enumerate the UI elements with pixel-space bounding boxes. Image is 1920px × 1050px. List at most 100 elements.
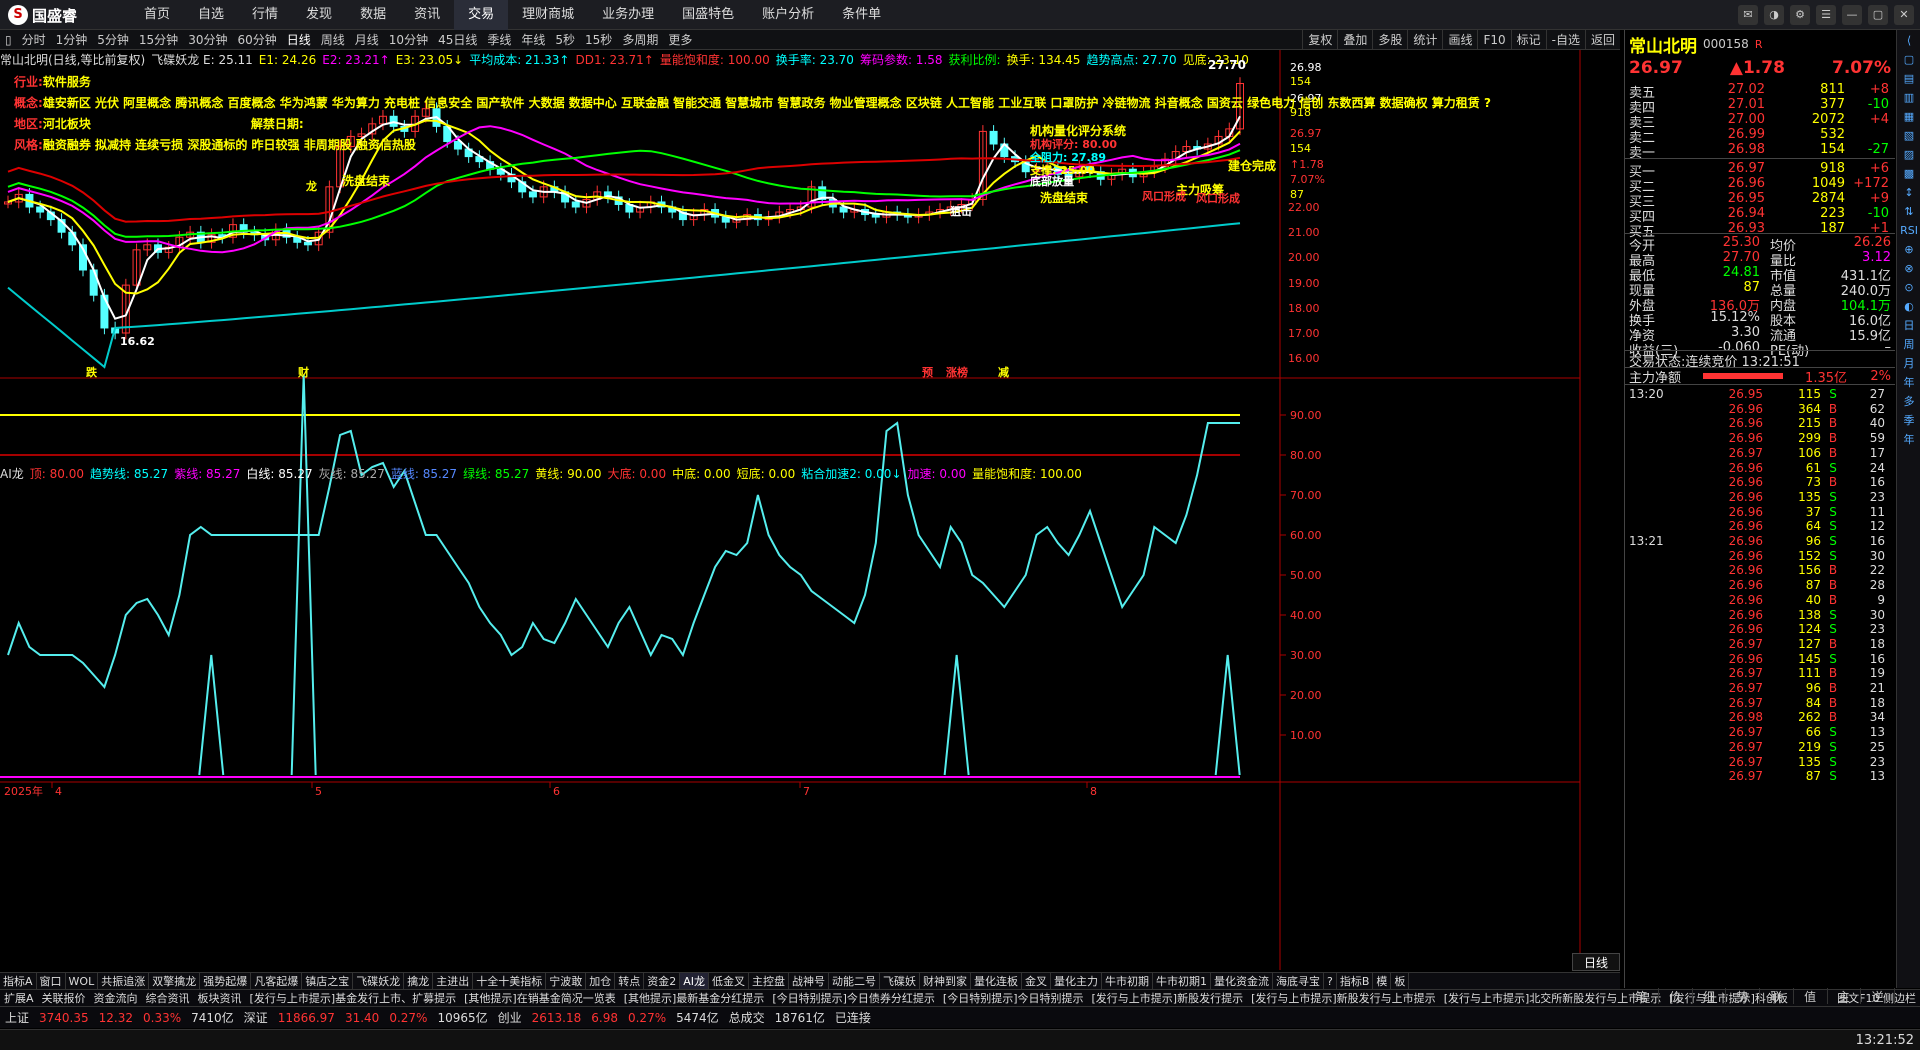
minimize-icon[interactable]: — xyxy=(1842,5,1862,25)
nav-item[interactable]: 账户分析 xyxy=(748,0,828,30)
period-tab[interactable]: 月线 xyxy=(350,31,384,48)
indicator-tab[interactable]: 牛市初期1 xyxy=(1153,973,1211,989)
news-item[interactable]: 资金流向 xyxy=(90,990,142,1006)
quote-tab[interactable]: 值 xyxy=(1794,988,1828,1004)
settings-icon[interactable]: ⚙ xyxy=(1790,5,1810,25)
period-tab[interactable]: 45日线 xyxy=(433,31,482,48)
period-tab[interactable]: 30分钟 xyxy=(183,31,232,48)
side-tool-icon[interactable]: ▨ xyxy=(1899,146,1919,163)
chart-tool-button[interactable]: -自选 xyxy=(1545,30,1585,50)
side-tool-icon[interactable]: 年 xyxy=(1899,431,1919,448)
indicator-tab[interactable]: 十全十美指标 xyxy=(473,973,547,989)
ask-row[interactable]: 卖四 27.01 377 -10 xyxy=(1625,97,1895,116)
news-item[interactable]: [其他提示]在销基金简况一览表 xyxy=(460,990,620,1006)
side-tool-icon[interactable]: ⇅ xyxy=(1899,203,1919,220)
menu-icon[interactable]: ☰ xyxy=(1816,5,1836,25)
news-item[interactable]: 板块资讯 xyxy=(194,990,246,1006)
side-tool-icon[interactable]: ▤ xyxy=(1899,70,1919,87)
indicator-tab[interactable]: 低金叉 xyxy=(709,973,749,989)
indicator-tab[interactable]: AI龙 xyxy=(680,973,709,989)
indicator-tab[interactable]: 镇店之宝 xyxy=(302,973,354,989)
indicator-tab[interactable]: 量化主力 xyxy=(1051,973,1102,989)
indicator-tab[interactable]: 指标A xyxy=(0,973,37,989)
quote-tab[interactable]: 价 xyxy=(1659,988,1693,1004)
nav-item[interactable]: 行情 xyxy=(238,0,292,30)
chart-tool-button[interactable]: 叠加 xyxy=(1337,30,1372,50)
chart-tool-button[interactable]: F10 xyxy=(1477,30,1510,50)
nav-item[interactable]: 发现 xyxy=(292,0,346,30)
bid-row[interactable]: 买一 26.97 918 +6 xyxy=(1625,161,1895,180)
indicator-tab[interactable]: 主控盘 xyxy=(749,973,789,989)
indicator-tab[interactable]: 窗口 xyxy=(37,973,66,989)
indicator-tab[interactable]: 模 xyxy=(1373,973,1392,989)
period-tab[interactable]: 周线 xyxy=(316,31,350,48)
indicator-tab[interactable]: WOL xyxy=(66,973,99,989)
period-tab[interactable]: 15分钟 xyxy=(134,31,183,48)
chart-tool-button[interactable]: 返回 xyxy=(1584,30,1620,50)
kline-chart[interactable]: 22.0021.0020.0019.0018.0017.0016.0026.98… xyxy=(0,50,1620,970)
period-tab[interactable]: 多周期 xyxy=(617,31,663,48)
side-tool-icon[interactable]: 年 xyxy=(1899,374,1919,391)
side-tool-icon[interactable]: 日 xyxy=(1899,317,1919,334)
indicator-tab[interactable]: 动能二号 xyxy=(829,973,880,989)
bid-row[interactable]: 买二 26.96 1049 +172 xyxy=(1625,176,1895,195)
period-tab[interactable]: 1分钟 xyxy=(51,31,93,48)
side-tool-icon[interactable]: ↕ xyxy=(1899,184,1919,201)
message-icon[interactable]: ✉ xyxy=(1738,5,1758,25)
period-tab[interactable]: 5分钟 xyxy=(92,31,134,48)
indicator-tab[interactable]: 量化资金流 xyxy=(1211,973,1273,989)
side-tool-icon[interactable]: ▥ xyxy=(1899,89,1919,106)
nav-item[interactable]: 业务办理 xyxy=(588,0,668,30)
close-icon[interactable]: ✕ xyxy=(1894,5,1914,25)
quote-tab[interactable]: 势 xyxy=(1726,988,1760,1004)
nav-item[interactable]: 国盛特色 xyxy=(668,0,748,30)
ask-row[interactable]: 卖五 27.02 811 +8 xyxy=(1625,82,1895,101)
ask-row[interactable]: 卖二 26.99 532 xyxy=(1625,127,1895,146)
period-tab[interactable]: 年线 xyxy=(516,31,550,48)
side-tool-icon[interactable]: ◐ xyxy=(1899,298,1919,315)
period-tab[interactable]: 5秒 xyxy=(550,31,580,48)
indicator-tab[interactable]: 双擎擒龙 xyxy=(149,973,201,989)
indicator-tab[interactable]: ? xyxy=(1324,973,1337,989)
indicator-tab[interactable]: 强势起爆 xyxy=(200,973,252,989)
maximize-icon[interactable]: ▢ xyxy=(1868,5,1888,25)
indicator-tab[interactable]: 牛市初期 xyxy=(1102,973,1153,989)
nav-item[interactable]: 条件单 xyxy=(828,0,895,30)
news-item[interactable]: [发行与上市提示]新股发行与上市提示 xyxy=(1247,990,1440,1006)
indicator-tab[interactable]: 宁波敢 xyxy=(546,973,587,989)
quote-tab[interactable]: 逆 xyxy=(1861,988,1895,1004)
period-tab[interactable]: 60分钟 xyxy=(232,31,281,48)
period-tab[interactable]: 季线 xyxy=(482,31,516,48)
period-tab[interactable]: 更多 xyxy=(663,31,697,48)
indicator-tab[interactable]: 转点 xyxy=(615,973,645,989)
indicator-tab[interactable]: 资金2 xyxy=(644,973,681,989)
nav-item[interactable]: 自选 xyxy=(184,0,238,30)
side-tool-icon[interactable]: ▧ xyxy=(1899,127,1919,144)
news-item[interactable]: 扩展A xyxy=(0,990,38,1006)
side-tool-icon[interactable]: ⊗ xyxy=(1899,260,1919,277)
side-tool-icon[interactable]: ⊙ xyxy=(1899,279,1919,296)
indicator-tab[interactable]: 主进出 xyxy=(433,973,474,989)
side-tool-icon[interactable]: 多 xyxy=(1899,393,1919,410)
ask-row[interactable]: 卖一 26.98 154 -27 xyxy=(1625,142,1895,161)
chart-tool-button[interactable]: 复权 xyxy=(1302,30,1337,50)
quote-tab[interactable]: 主 xyxy=(1828,988,1862,1004)
indicator-tab[interactable]: 海底寻宝 xyxy=(1273,973,1324,989)
news-item[interactable]: 综合资讯 xyxy=(142,990,194,1006)
news-item[interactable]: 关联报价 xyxy=(38,990,90,1006)
quote-tab[interactable]: 细 xyxy=(1693,988,1727,1004)
quote-tab[interactable]: 笔 xyxy=(1625,988,1659,1004)
news-item[interactable]: [其他提示]最新基金分红提示 xyxy=(620,990,769,1006)
indicator-tab[interactable]: 战神号 xyxy=(789,973,829,989)
side-tool-icon[interactable]: ▦ xyxy=(1899,108,1919,125)
chart-tool-button[interactable]: 画线 xyxy=(1442,30,1477,50)
indicator-tab[interactable]: 金叉 xyxy=(1022,973,1051,989)
side-tool-icon[interactable]: ▩ xyxy=(1899,165,1919,182)
nav-item[interactable]: 数据 xyxy=(346,0,400,30)
side-tool-icon[interactable]: RSI xyxy=(1899,222,1919,239)
nav-item[interactable]: 首页 xyxy=(130,0,184,30)
side-tool-icon[interactable]: 周 xyxy=(1899,336,1919,353)
indicator-tab[interactable]: 擒龙 xyxy=(404,973,434,989)
indicator-tab[interactable]: 财神到家 xyxy=(920,973,971,989)
bid-row[interactable]: 买三 26.95 2874 +9 xyxy=(1625,191,1895,210)
